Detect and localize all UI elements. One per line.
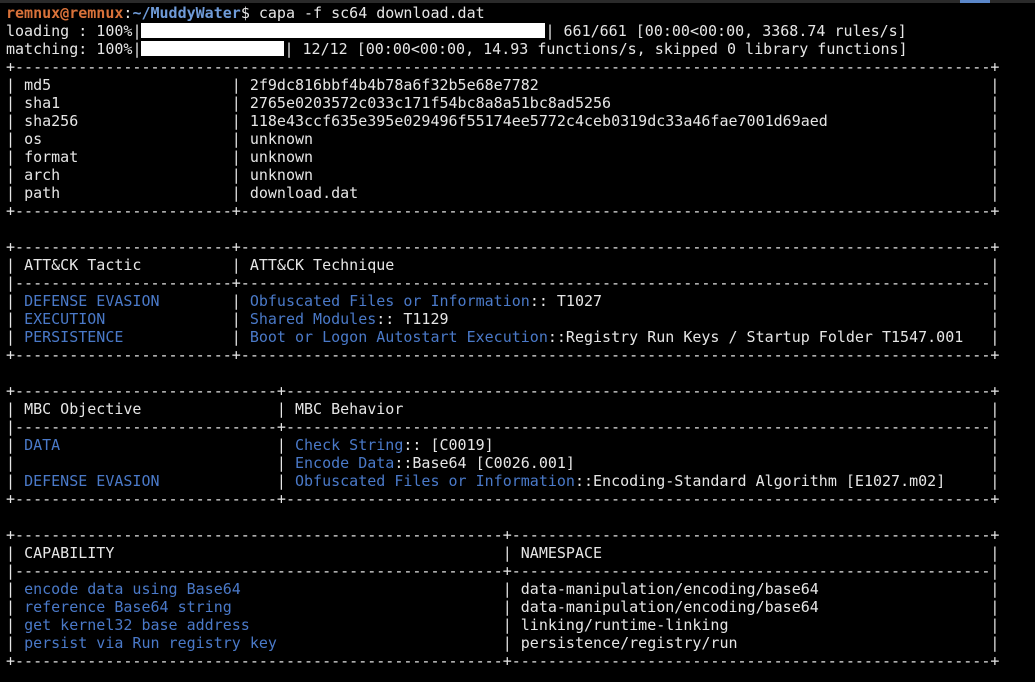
file-info-row: | sha256 | 118e43ccf635e395e029496f55174…: [6, 112, 1000, 130]
mbc-behavior: Encode Data: [295, 454, 395, 472]
file-info-row: | os | unknown |: [6, 130, 1000, 148]
file-info-key: sha256: [24, 112, 79, 130]
capability-row: | get kernel32 base address | linking/ru…: [6, 616, 1000, 634]
table-separator: |------------------------+--------------…: [6, 274, 1000, 292]
shell-prompt-line: remnux@remnux:~/MuddyWater$ capa -f sc64…: [6, 4, 999, 22]
attack-tactic-header: ATT&CK Tactic: [24, 256, 142, 274]
progress-line: loading : 100%| | 661/661 [00:00<00:00, 3…: [6, 22, 907, 40]
terminal-output[interactable]: remnux@remnux:~/MuddyWater$ capa -f sc64…: [6, 4, 999, 670]
capability-namespace: data-manipulation/encoding/base64: [520, 598, 819, 616]
file-info-value: unknown: [249, 166, 314, 184]
file-info-value: unknown: [249, 148, 314, 166]
file-info-key: md5: [24, 76, 52, 94]
progress-label: matching: 100%: [6, 40, 133, 58]
file-info-row: | path | download.dat |: [6, 184, 1000, 202]
mbc-behavior: Check String: [295, 436, 404, 454]
file-info-value: 118e43ccf635e395e029496f55174ee5772c4ceb…: [249, 112, 828, 130]
mbc-objective: DEFENSE EVASION: [24, 472, 160, 490]
progress-suffix: | 661/661 [00:00<00:00, 3368.74 rules/s]: [545, 22, 907, 40]
table-border: +---------------------------------------…: [6, 652, 1000, 670]
capability-namespace: linking/runtime-linking: [520, 616, 729, 634]
attack-technique: Shared Modules: [249, 310, 377, 328]
file-info-row: | format | unknown |: [6, 148, 1000, 166]
file-info-key: path: [24, 184, 61, 202]
mbc-behavior-id: :: [C0019]: [403, 436, 494, 454]
capability-row: | reference Base64 string | data-manipul…: [6, 598, 1000, 616]
window-top-border: [0, 0, 1035, 3]
capability-name: encode data using Base64: [24, 580, 241, 598]
capability-header-row: | CAPABILITY | NAMESPACE |: [6, 544, 1000, 562]
mbc-objective: DATA: [24, 436, 61, 454]
mbc-behavior-header: MBC Behavior: [295, 400, 404, 418]
prompt-cwd: ~/MuddyWater: [132, 4, 241, 22]
table-border: +------------------------+--------------…: [6, 202, 1000, 220]
file-info-value: unknown: [249, 130, 314, 148]
namespace-header: NAMESPACE: [520, 544, 603, 562]
attack-row: | EXECUTION | Shared Modules:: T1129 |: [6, 310, 1000, 328]
attack-row: | DEFENSE EVASION | Obfuscated Files or …: [6, 292, 1000, 310]
file-info-key: os: [24, 130, 43, 148]
prompt-symbol: $: [240, 4, 250, 22]
table-border: +-----------------------------+---------…: [6, 490, 1000, 508]
mbc-header-row: | MBC Objective | MBC Behavior |: [6, 400, 1000, 418]
attack-technique-id: :: T1129: [376, 310, 449, 328]
file-info-row: | arch | unknown |: [6, 166, 1000, 184]
mbc-row: | DATA | Check String:: [C0019] |: [6, 436, 1000, 454]
attack-tactic: PERSISTENCE: [24, 328, 124, 346]
capability-header: CAPABILITY: [24, 544, 115, 562]
file-info-key: sha1: [24, 94, 61, 112]
attack-technique: Boot or Logon Autostart Execution: [249, 328, 548, 346]
table-separator: |-----------------------------+---------…: [6, 418, 1000, 436]
file-info-key: format: [24, 148, 79, 166]
progress-suffix: | 12/12 [00:00<00:00, 14.93 functions/s,…: [284, 40, 908, 58]
mbc-row: | DEFENSE EVASION | Obfuscated Files or …: [6, 472, 1000, 490]
progress-line: matching: 100%| | 12/12 [00:00<00:00, 14.…: [6, 40, 908, 58]
mbc-behavior: Obfuscated Files or Information: [295, 472, 575, 490]
capability-namespace: data-manipulation/encoding/base64: [520, 580, 819, 598]
attack-technique-id: ::Registry Run Keys / Startup Folder T15…: [547, 328, 964, 346]
capability-name: reference Base64 string: [24, 598, 232, 616]
attack-tactic: EXECUTION: [24, 310, 106, 328]
attack-row: | PERSISTENCE | Boot or Logon Autostart …: [6, 328, 1000, 346]
file-info-row: | sha1 | 2765e0203572c033c171f54bc8a8a51…: [6, 94, 1000, 112]
table-border: +------------------------+--------------…: [6, 346, 1000, 364]
file-info-key: arch: [24, 166, 61, 184]
progress-bar-fill: [141, 41, 285, 56]
capability-name: get kernel32 base address: [24, 616, 250, 634]
attack-technique-id: :: T1027: [529, 292, 603, 310]
window-top-accent: [960, 0, 990, 3]
prompt-command: capa -f sc64 download.dat: [249, 4, 485, 22]
mbc-behavior-id: ::Encoding-Standard Algorithm [E1027.m02…: [574, 472, 946, 490]
attack-header-row: | ATT&CK Tactic | ATT&CK Technique |: [6, 256, 1000, 274]
file-info-value: download.dat: [249, 184, 359, 202]
capability-name: persist via Run registry key: [24, 634, 277, 652]
progress-bar-fill: [141, 23, 546, 38]
mbc-objective-header: MBC Objective: [24, 400, 142, 418]
table-border: +-----------------------------+---------…: [6, 382, 1000, 400]
capability-row: | encode data using Base64 | data-manipu…: [6, 580, 1000, 598]
attack-tactic: DEFENSE EVASION: [24, 292, 160, 310]
file-info-value: 2f9dc816bbf4b4b78a6f32b5e68e7782: [249, 76, 539, 94]
capability-row: | persist via Run registry key | persist…: [6, 634, 1000, 652]
attack-technique: Obfuscated Files or Information: [249, 292, 530, 310]
prompt-user-host: remnux@remnux: [6, 4, 124, 22]
file-info-value: 2765e0203572c033c171f54bc8a8a51bc8ad5256: [249, 94, 612, 112]
progress-label: loading : 100%: [6, 22, 133, 40]
table-border: +------------------------+--------------…: [6, 238, 1000, 256]
mbc-row: | | Encode Data::Base64 [C0026.001] |: [6, 454, 1000, 472]
table-border: +---------------------------------------…: [6, 526, 1000, 544]
file-info-row: | md5 | 2f9dc816bbf4b4b78a6f32b5e68e7782…: [6, 76, 1000, 94]
attack-technique-header: ATT&CK Technique: [249, 256, 395, 274]
table-border: +---------------------------------------…: [6, 58, 1000, 76]
table-separator: |---------------------------------------…: [6, 562, 1000, 580]
capability-namespace: persistence/registry/run: [520, 634, 738, 652]
mbc-behavior-id: ::Base64 [C0026.001]: [394, 454, 575, 472]
